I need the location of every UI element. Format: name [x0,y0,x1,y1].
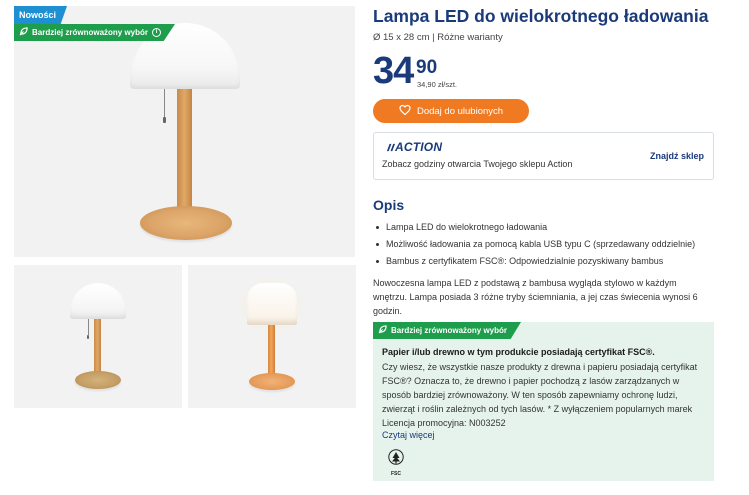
price-cents: 90 [416,57,438,78]
description-bullet: Bambus z certyfikatem FSC®: Odpowiedzial… [373,253,695,270]
eco-badge[interactable]: Bardziej zrównoważony wybór i [14,24,176,41]
read-more-link[interactable]: Czytaj więcej [382,430,435,440]
sustainability-box: Bardziej zrównoważony wybór Papier i/lub… [373,322,714,481]
product-title: Lampa LED do wielokrotnego ładowania [373,6,709,26]
price-per-unit: 34,90 zł/szt. [417,80,458,89]
info-icon[interactable]: i [152,28,162,37]
eco-badge-label: Bardziej zrównoważony wybór [391,326,508,335]
add-to-favorites-button[interactable]: Dodaj do ulubionych [373,99,529,123]
fsc-label: FSC [391,471,401,477]
description-paragraph: Nowoczesna lampa LED z podstawą z bambus… [373,278,698,316]
add-to-favorites-label: Dodaj do ulubionych [416,105,504,117]
description-bullets: Lampa LED do wielokrotnego ładowania Moż… [373,219,695,270]
store-hours-text: Zobacz godziny otwarcia Twojego sklepu A… [382,159,573,169]
thumbnail-1[interactable] [14,265,182,408]
description-title: Opis [373,197,405,213]
description-bullet: Lampa LED do wielokrotnego ładowania [373,219,695,236]
action-logo: ACTION [386,140,442,154]
fsc-tree-icon: FSC [386,449,406,477]
fsc-heading: Papier i/lub drewno w tym produkcie posi… [382,347,655,357]
heart-icon [399,104,411,119]
main-product-image[interactable]: Nowości Bardziej zrównoważony wybór i [14,6,355,257]
leaf-icon [19,27,28,38]
thumbnail-2[interactable] [188,265,356,408]
leaf-icon [378,325,387,336]
new-badge: Nowości [14,6,68,24]
description-bullet: Możliwość ładowania za pomocą kabla USB … [373,236,695,253]
find-store-link[interactable]: Znajdź sklep [650,151,704,161]
fsc-text: Czy wiesz, że wszystkie nasze produkty z… [382,362,698,428]
eco-badge-label: Bardziej zrównoważony wybór [32,28,149,37]
product-subtitle: Ø 15 x 28 cm | Różne warianty [373,32,503,43]
eco-badge: Bardziej zrównoważony wybór [373,322,522,339]
price-main: 34 [373,50,414,92]
store-info-box: ACTION Zobacz godziny otwarcia Twojego s… [373,132,714,180]
